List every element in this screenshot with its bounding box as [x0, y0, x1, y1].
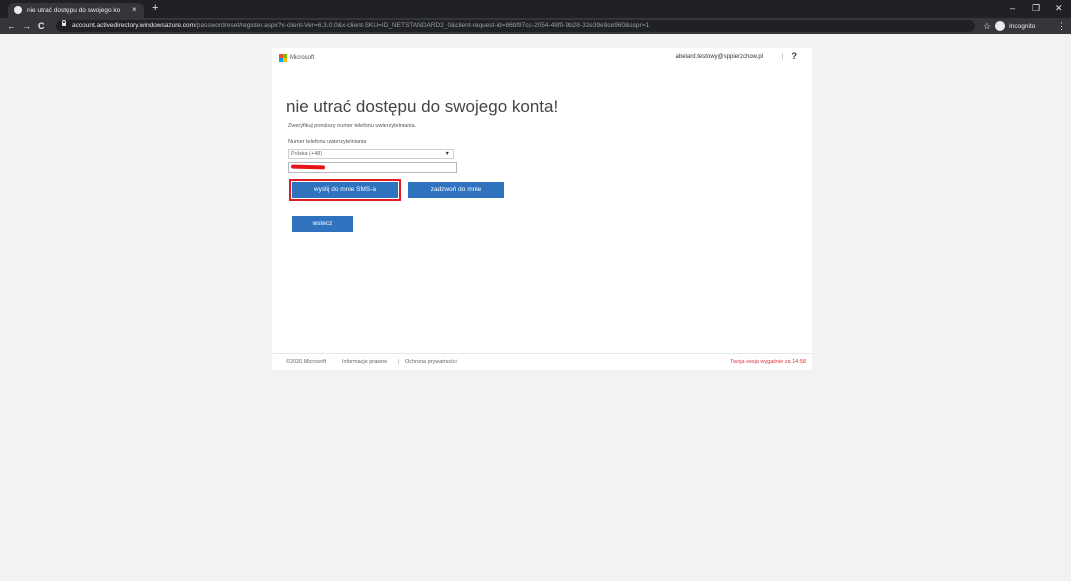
browser-toolbar: ← → C account.activedirectory.windowsazu…	[0, 18, 1071, 34]
page-title: nie utrać dostępu do swojego konta!	[286, 97, 559, 117]
session-timer: Twoja sesja wygaśnie za 14:58	[730, 359, 806, 365]
url-host: account.activedirectory.windowsazure.com	[72, 22, 196, 29]
browser-tab-bar: nie utrać dostępu do swojego ko × + – ❐ …	[0, 0, 1071, 18]
redaction-mark	[290, 164, 326, 170]
phone-number-field[interactable]	[288, 162, 457, 173]
chevron-down-icon: ▼	[444, 151, 450, 157]
call-me-button[interactable]: zadzwoń do mnie	[408, 182, 504, 198]
privacy-link[interactable]: Ochrona prywatności	[405, 358, 457, 366]
footer-divider	[272, 353, 812, 354]
footer-separator: |	[398, 359, 400, 365]
lock-icon[interactable]	[62, 20, 66, 26]
phone-label: Numer telefonu uwierzytelniania	[288, 139, 367, 145]
header-separator: |	[781, 54, 783, 60]
brand-name: Microsoft	[290, 55, 315, 61]
maximize-icon[interactable]: ❐	[1032, 2, 1040, 14]
incognito-icon[interactable]	[995, 21, 1005, 31]
close-tab-icon[interactable]: ×	[132, 5, 137, 15]
reload-icon[interactable]: C	[38, 20, 45, 32]
browser-menu-icon[interactable]: ⋮	[1057, 20, 1066, 32]
back-button[interactable]: wstecz	[292, 216, 353, 232]
help-icon[interactable]: ?	[792, 51, 798, 62]
send-sms-button[interactable]: wyślij do mnie SMS-a	[289, 179, 401, 201]
incognito-label[interactable]: Incognito	[1009, 22, 1035, 31]
password-reset-card: Microsoft abelard.testowy@sppierzchow.pl…	[272, 48, 812, 370]
user-email[interactable]: abelard.testowy@sppierzchow.pl	[676, 53, 763, 62]
back-arrow-icon[interactable]: ←	[7, 20, 16, 32]
copyright: ©2020 Microsoft	[286, 359, 327, 365]
tab-title: nie utrać dostępu do swojego ko	[27, 7, 121, 14]
country-code-value: Polska (+48)	[291, 151, 323, 157]
browser-tab[interactable]: nie utrać dostępu do swojego ko ×	[8, 3, 144, 18]
forward-arrow-icon[interactable]: →	[22, 20, 31, 32]
window-close-icon[interactable]: ✕	[1055, 2, 1063, 14]
new-tab-button[interactable]: +	[152, 2, 158, 14]
globe-icon	[14, 6, 22, 14]
microsoft-logo-icon	[279, 54, 287, 62]
instruction-text: Zweryfikuj poniższy numer telefonu uwier…	[288, 123, 417, 129]
country-code-select[interactable]: Polska (+48) ▼	[288, 149, 454, 159]
url-path: /passwordreset/register.aspx?x-client-Ve…	[195, 22, 650, 29]
bookmark-star-icon[interactable]: ☆	[983, 20, 991, 32]
legal-link[interactable]: Informacje prawne	[342, 358, 387, 366]
minimize-icon[interactable]: –	[1010, 2, 1015, 14]
url-text: account.activedirectory.windowsazure.com…	[72, 21, 649, 31]
address-bar[interactable]: account.activedirectory.windowsazure.com…	[56, 20, 975, 32]
